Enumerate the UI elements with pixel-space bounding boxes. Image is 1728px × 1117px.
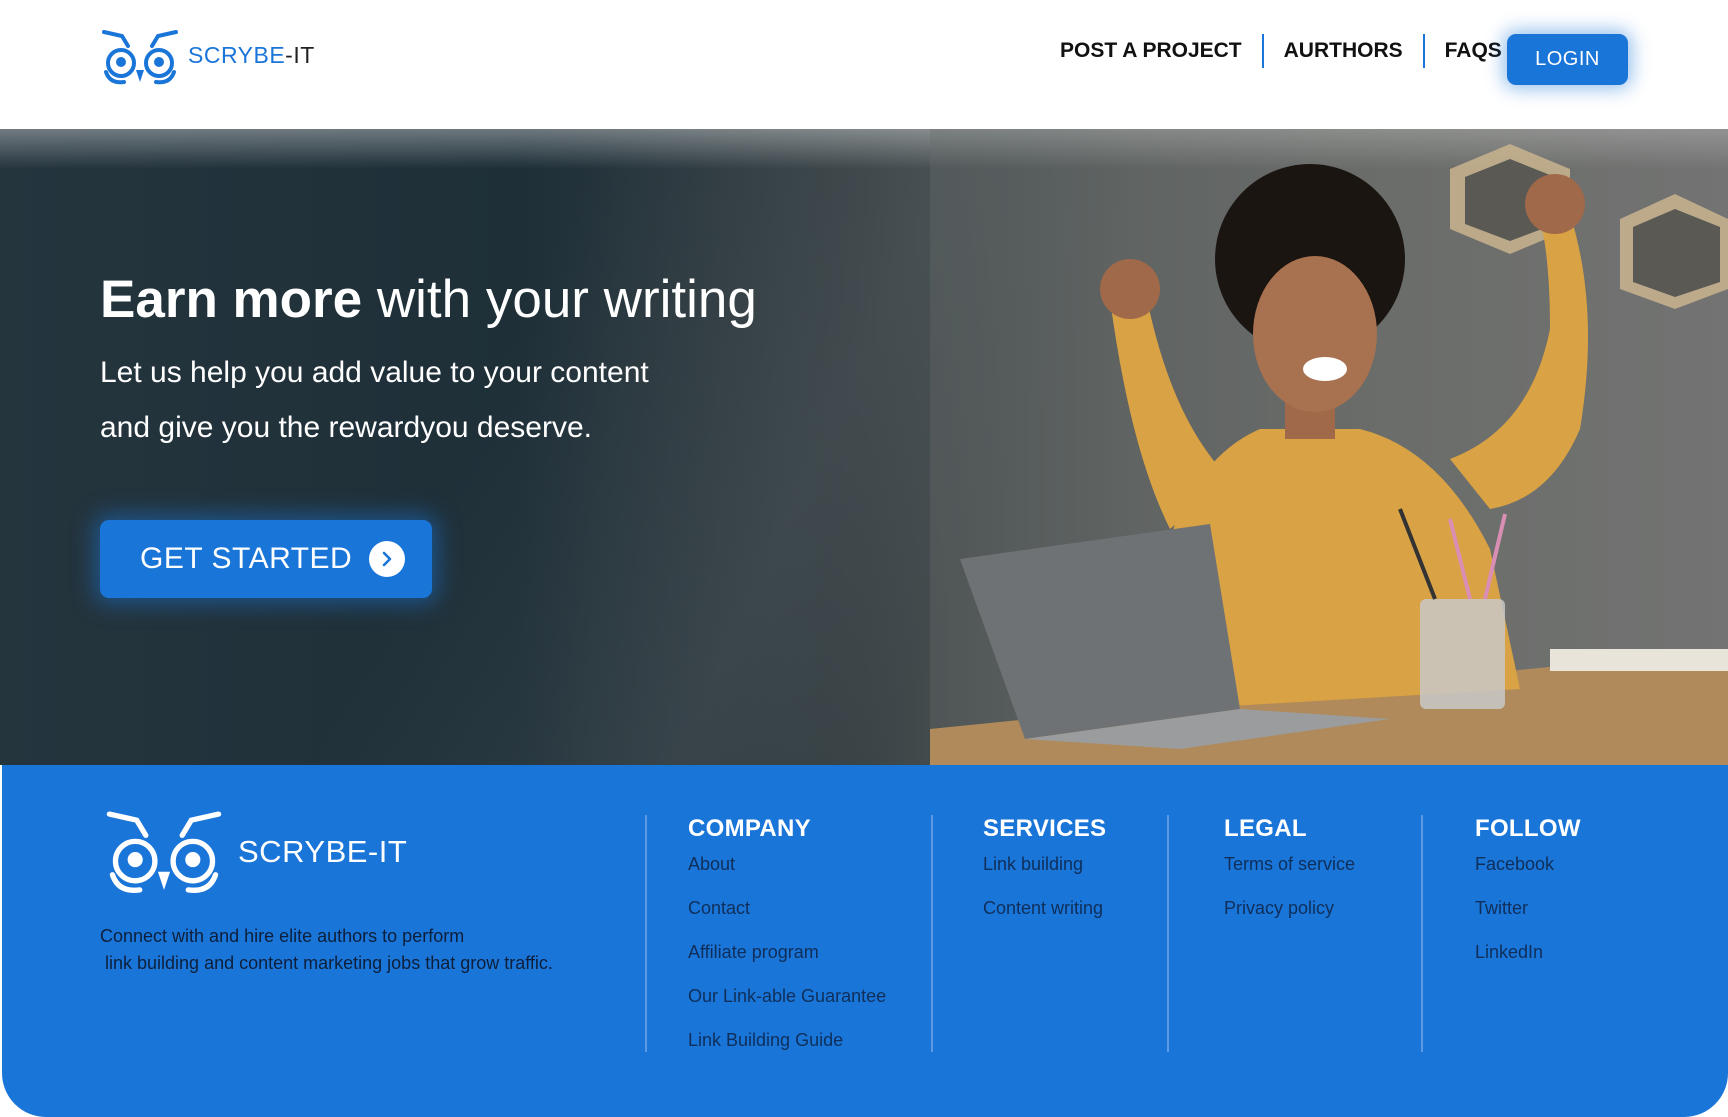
footer-brand-name: SCRYBE-IT (238, 834, 408, 869)
footer-divider (1421, 815, 1423, 1052)
brand-name-suffix: -IT (285, 41, 315, 68)
brand-logo[interactable]: SCRYBE-IT (100, 26, 315, 88)
owl-logo-icon (106, 811, 222, 893)
footer-link-link-building[interactable]: Link building (983, 853, 1106, 897)
login-button[interactable]: LOGIN (1507, 34, 1628, 85)
footer-description: Connect with and hire elite authors to p… (100, 923, 640, 977)
site-header: SCRYBE-IT POST A PROJECT AURTHORS FAQS L… (0, 0, 1728, 129)
hero-title-bold: Earn more (100, 270, 363, 329)
footer-description-line-2: link building and content marketing jobs… (100, 953, 553, 973)
footer-brand-logo[interactable]: SCRYBE-IT (100, 805, 407, 899)
footer-link-affiliate[interactable]: Affiliate program (688, 941, 886, 985)
chevron-right-icon (369, 541, 406, 577)
get-started-button[interactable]: GET STARTED (100, 520, 432, 598)
footer-divider (931, 815, 933, 1052)
footer-link-contact[interactable]: Contact (688, 897, 886, 941)
footer-column-services: SERVICES Link building Content writing (983, 815, 1106, 941)
hero-woman-laptop-image (930, 129, 1728, 765)
footer-link-about[interactable]: About (688, 853, 886, 897)
footer-link-guide[interactable]: Link Building Guide (688, 1029, 886, 1073)
footer-column-company: COMPANY About Contact Affiliate program … (688, 815, 886, 1073)
footer-column-title: FOLLOW (1475, 815, 1581, 842)
footer-link-facebook[interactable]: Facebook (1475, 853, 1581, 897)
footer-link-guarantee[interactable]: Our Link-able Guarantee (688, 985, 886, 1029)
footer-column-title: COMPANY (688, 815, 811, 842)
footer-link-content-writing[interactable]: Content writing (983, 897, 1106, 941)
footer-divider (1167, 815, 1169, 1052)
footer-column-title: LEGAL (1224, 815, 1307, 842)
nav-authors[interactable]: AURTHORS (1264, 34, 1423, 68)
brand-name-prefix: SCRYBE (188, 41, 286, 68)
brand-name: SCRYBE-IT (188, 42, 315, 69)
owl-logo-icon (102, 30, 178, 85)
site-footer: SCRYBE-IT Connect with and hire elite au… (2, 765, 1728, 1117)
get-started-label: GET STARTED (140, 542, 353, 575)
nav-post-project[interactable]: POST A PROJECT (1040, 34, 1262, 68)
hero-title-rest: with your writing (362, 270, 757, 329)
footer-link-linkedin[interactable]: LinkedIn (1475, 941, 1581, 985)
footer-description-line-1: Connect with and hire elite authors to p… (100, 926, 465, 946)
footer-column-title: SERVICES (983, 815, 1107, 842)
footer-column-follow: FOLLOW Facebook Twitter LinkedIn (1475, 815, 1581, 985)
hero-subtitle-line-1: Let us help you add value to your conten… (100, 356, 649, 389)
footer-column-legal: LEGAL Terms of service Privacy policy (1224, 815, 1355, 941)
hero-title: Earn more with your writing (100, 269, 757, 330)
footer-divider (645, 815, 647, 1052)
main-nav: POST A PROJECT AURTHORS FAQS (1040, 34, 1522, 68)
footer-link-terms[interactable]: Terms of service (1224, 853, 1355, 897)
hero-subtitle-line-2: and give you the rewardyou deserve. (100, 411, 592, 444)
hero-section: Earn more with your writing Let us help … (0, 129, 1728, 765)
footer-link-twitter[interactable]: Twitter (1475, 897, 1581, 941)
hero-subtitle: Let us help you add value to your conten… (100, 345, 800, 455)
footer-link-privacy[interactable]: Privacy policy (1224, 897, 1355, 941)
